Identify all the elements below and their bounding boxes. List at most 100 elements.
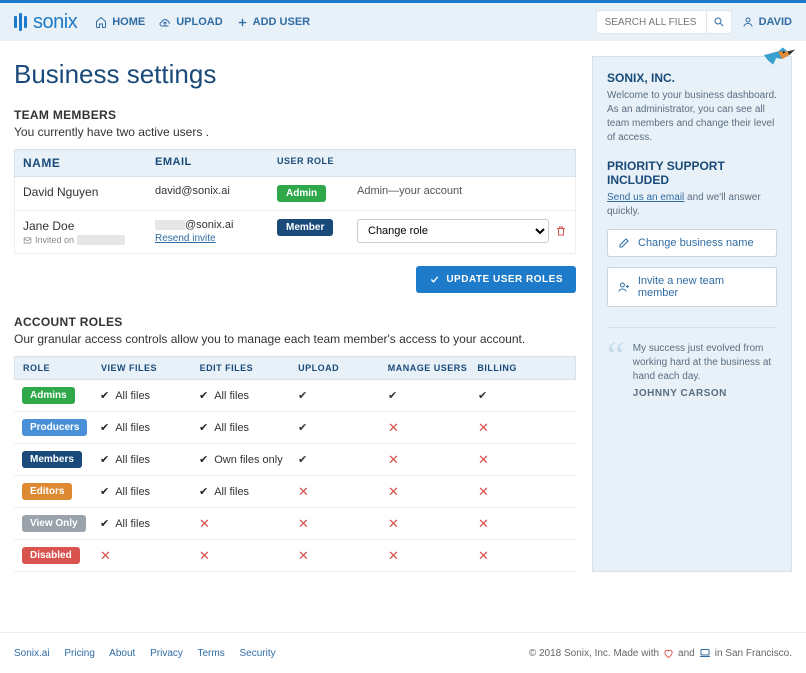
table-row: EditorsAll filesAll files✕✕✕ <box>14 476 576 508</box>
quote-text: My success just evolved from working har… <box>633 342 777 384</box>
x-icon: ✕ <box>298 516 309 531</box>
footer-links: Sonix.ai Pricing About Privacy Terms Sec… <box>14 648 288 659</box>
check-icon: ✔ <box>298 454 307 466</box>
divider <box>607 327 777 328</box>
team-subtext: You currently have two active users . <box>14 125 576 139</box>
user-icon <box>742 16 754 28</box>
role-badge: Admins <box>22 387 75 404</box>
nav-home[interactable]: HOME <box>95 16 145 28</box>
footer-link[interactable]: Sonix.ai <box>14 648 50 659</box>
support-heading: PRIORITY SUPPORT INCLUDED <box>607 159 777 187</box>
copyright: © 2018 Sonix, Inc. Made with and in San … <box>529 647 792 659</box>
roles-heading: ACCOUNT ROLES <box>14 315 576 329</box>
check-icon <box>100 518 115 530</box>
x-icon: ✕ <box>199 548 210 563</box>
search-icon <box>713 16 725 28</box>
support-text: Send us an email and we'll answer quickl… <box>607 191 777 219</box>
pencil-icon <box>618 237 630 249</box>
table-row: AdminsAll filesAll files✔✔✔ <box>14 380 576 412</box>
check-icon <box>100 422 115 434</box>
brand-name: sonix <box>33 11 77 34</box>
sidebar-welcome: Welcome to your business dashboard. As a… <box>607 89 777 145</box>
x-icon: ✕ <box>478 548 489 563</box>
table-row: ProducersAll filesAll files✔✕✕ <box>14 412 576 444</box>
send-email-link[interactable]: Send us an email <box>607 192 684 203</box>
heart-icon <box>663 648 674 659</box>
logo[interactable]: sonix <box>14 11 77 34</box>
search-input[interactable] <box>596 10 706 34</box>
table-row: MembersAll filesOwn files only✔✕✕ <box>14 444 576 476</box>
envelope-icon <box>23 236 32 245</box>
search-button[interactable] <box>706 10 732 34</box>
role-badge: Producers <box>22 419 87 436</box>
roles-table-header: ROLE VIEW FILES EDIT FILES UPLOAD MANAGE… <box>14 356 576 380</box>
check-icon <box>199 486 214 498</box>
check-icon <box>199 422 214 434</box>
role-badge: Editors <box>22 483 72 500</box>
check-icon <box>100 390 115 402</box>
home-icon <box>95 16 107 28</box>
team-heading: TEAM MEMBERS <box>14 108 576 122</box>
check-icon: ✔ <box>298 390 307 402</box>
member-email: @sonix.ai <box>155 219 277 231</box>
redacted-email-prefix <box>155 220 185 230</box>
current-user[interactable]: DAVID <box>742 16 792 28</box>
nav-upload[interactable]: UPLOAD <box>159 16 222 28</box>
check-icon <box>199 390 214 402</box>
check-icon <box>199 454 214 466</box>
x-icon: ✕ <box>388 452 399 467</box>
team-members-section: TEAM MEMBERS You currently have two acti… <box>14 108 576 293</box>
page-title: Business settings <box>14 59 576 90</box>
user-plus-icon <box>618 281 630 293</box>
check-icon: ✔ <box>388 390 397 402</box>
check-icon: ✔ <box>298 422 307 434</box>
member-name: David Nguyen <box>23 185 155 199</box>
x-icon: ✕ <box>388 420 399 435</box>
footer-link[interactable]: Security <box>240 648 276 659</box>
x-icon: ✕ <box>478 516 489 531</box>
table-row: Jane Doe Invited on @sonix.ai Resend inv… <box>14 211 576 254</box>
plus-icon <box>237 17 248 28</box>
invite-team-member-button[interactable]: Invite a new team member <box>607 267 777 307</box>
account-roles-section: ACCOUNT ROLES Our granular access contro… <box>14 315 576 572</box>
trash-icon <box>555 225 567 237</box>
update-user-roles-button[interactable]: UPDATE USER ROLES <box>416 266 576 293</box>
invited-label: Invited on <box>23 235 155 245</box>
resend-invite-link[interactable]: Resend invite <box>155 233 216 244</box>
x-icon: ✕ <box>478 452 489 467</box>
redacted-date <box>77 235 125 245</box>
role-badge-admin: Admin <box>277 185 326 202</box>
check-icon <box>100 486 115 498</box>
upload-icon <box>159 16 171 28</box>
footer-link[interactable]: Pricing <box>64 648 95 659</box>
change-business-name-button[interactable]: Change business name <box>607 229 777 257</box>
check-icon <box>100 454 115 466</box>
sidebar-company: SONIX, INC. <box>607 71 777 85</box>
top-nav: sonix HOME UPLOAD ADD USER DAVID <box>0 3 806 41</box>
role-badge-member: Member <box>277 219 333 236</box>
role-badge: Disabled <box>22 547 80 564</box>
x-icon: ✕ <box>478 484 489 499</box>
logo-icon <box>14 13 27 31</box>
footer-link[interactable]: About <box>109 648 135 659</box>
footer-link[interactable]: Terms <box>198 648 225 659</box>
role-badge: View Only <box>22 515 86 532</box>
role-badge: Members <box>22 451 82 468</box>
table-row: View OnlyAll files✕✕✕✕ <box>14 508 576 540</box>
footer-link[interactable]: Privacy <box>150 648 183 659</box>
kingfisher-icon <box>759 43 797 73</box>
table-row: David Nguyen david@sonix.ai Admin Admin—… <box>14 177 576 211</box>
quote-mark-icon: “ <box>607 342 625 399</box>
search <box>596 10 732 34</box>
member-email: david@sonix.ai <box>155 185 277 197</box>
laptop-icon <box>699 647 711 659</box>
footer: Sonix.ai Pricing About Privacy Terms Sec… <box>0 632 806 673</box>
x-icon: ✕ <box>388 516 399 531</box>
x-icon: ✕ <box>199 516 210 531</box>
quote: “ My success just evolved from working h… <box>607 342 777 399</box>
member-name: Jane Doe <box>23 219 155 233</box>
admin-note: Admin—your account <box>357 185 462 197</box>
delete-user-button[interactable] <box>555 225 567 237</box>
change-role-select[interactable]: Change role <box>357 219 549 243</box>
nav-add-user[interactable]: ADD USER <box>237 16 310 28</box>
